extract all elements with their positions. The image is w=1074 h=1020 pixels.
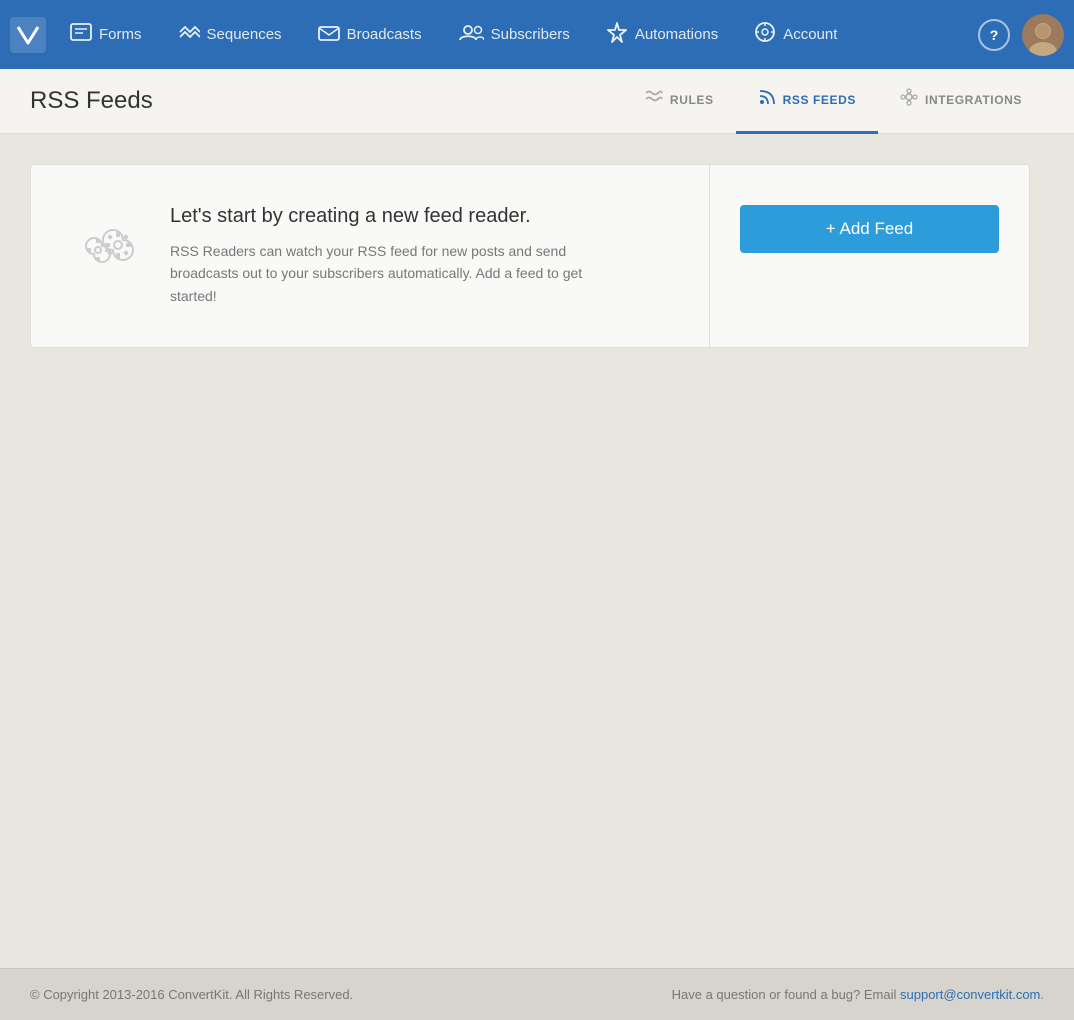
nav-item-subscribers[interactable]: Subscribers	[440, 0, 588, 69]
nav-forms-label: Forms	[99, 26, 142, 43]
sequences-icon	[178, 23, 200, 46]
avatar[interactable]	[1022, 14, 1064, 56]
support-email-link[interactable]: support@convertkit.com	[900, 987, 1040, 1002]
rules-icon	[645, 89, 663, 110]
card-text: Let's start by creating a new feed reade…	[170, 205, 590, 307]
nav-items: Forms Sequences Broadcasts	[52, 0, 978, 69]
nav-right: ?	[978, 14, 1064, 56]
sub-nav-integrations-label: INTEGRATIONS	[925, 93, 1022, 107]
card-heading: Let's start by creating a new feed reade…	[170, 205, 590, 228]
sub-nav-rss-feeds[interactable]: RSS FEEDS	[736, 69, 878, 134]
rss-feeds-icon	[758, 88, 776, 111]
add-feed-button[interactable]: + Add Feed	[740, 205, 999, 253]
nav-item-forms[interactable]: Forms	[52, 0, 160, 69]
automations-icon	[606, 21, 628, 48]
gear-icon-wrapper	[81, 210, 146, 275]
support-text: Have a question or found a bug? Email su…	[672, 987, 1044, 1002]
sub-header: RSS Feeds RULES RSS FEEDS	[0, 69, 1074, 134]
subscribers-icon	[458, 23, 484, 46]
sub-nav-rules[interactable]: RULES	[623, 69, 736, 134]
navbar: Forms Sequences Broadcasts	[0, 0, 1074, 69]
integrations-icon	[900, 88, 918, 111]
sub-nav-rules-label: RULES	[670, 93, 714, 107]
nav-logo[interactable]	[10, 17, 46, 53]
sub-nav-integrations[interactable]: INTEGRATIONS	[878, 69, 1044, 134]
avatar-image	[1022, 14, 1064, 56]
content-card: Let's start by creating a new feed reade…	[30, 164, 1030, 348]
account-icon	[754, 21, 776, 48]
sub-nav-rss-feeds-label: RSS FEEDS	[783, 93, 856, 107]
main-content: Let's start by creating a new feed reade…	[0, 134, 1074, 968]
nav-item-sequences[interactable]: Sequences	[160, 0, 300, 69]
copyright-text: © Copyright 2013-2016 ConvertKit. All Ri…	[30, 987, 353, 1002]
nav-item-account[interactable]: Account	[736, 0, 855, 69]
nav-subscribers-label: Subscribers	[491, 26, 570, 43]
nav-item-automations[interactable]: Automations	[588, 0, 736, 69]
nav-item-broadcasts[interactable]: Broadcasts	[300, 0, 440, 69]
help-button[interactable]: ?	[978, 19, 1010, 51]
broadcasts-icon	[318, 23, 340, 46]
sub-nav: RULES RSS FEEDS	[623, 69, 1044, 134]
nav-account-label: Account	[783, 26, 837, 43]
nav-broadcasts-label: Broadcasts	[347, 26, 422, 43]
nav-sequences-label: Sequences	[207, 26, 282, 43]
footer: © Copyright 2013-2016 ConvertKit. All Ri…	[0, 968, 1074, 1020]
card-description: RSS Readers can watch your RSS feed for …	[170, 240, 590, 307]
card-left: Let's start by creating a new feed reade…	[31, 165, 709, 347]
card-right: + Add Feed	[709, 165, 1029, 347]
nav-automations-label: Automations	[635, 26, 718, 43]
page-title: RSS Feeds	[30, 87, 623, 115]
forms-icon	[70, 23, 92, 46]
